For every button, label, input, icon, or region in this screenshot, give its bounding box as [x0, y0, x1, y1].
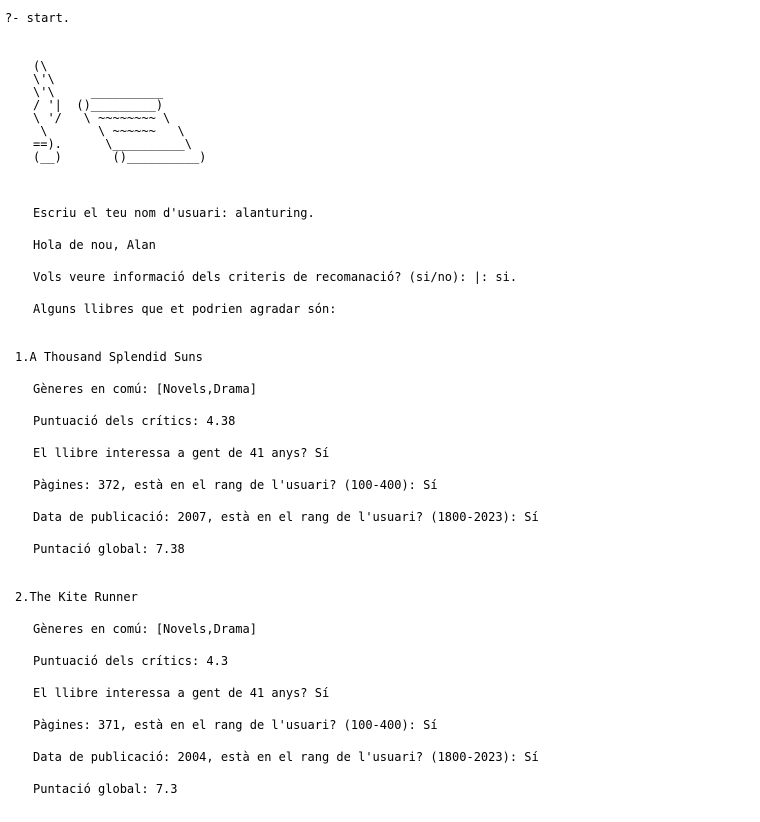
prolog-prompt: ?- start. — [5, 11, 71, 25]
book-genres: Gèneres en comú: [Novels,Drama] — [33, 382, 257, 396]
book-pages: Pàgines: 372, està en el rang de l'usuar… — [33, 478, 438, 492]
ascii-book-art: (\ \'\ \'\ __________ / '| ()_________) … — [33, 59, 207, 164]
book-age-interest: El llibre interessa a gent de 41 anys? S… — [33, 446, 330, 460]
greeting-text: Hola de nou, Alan — [33, 238, 156, 252]
book-global-score: Puntació global: 7.3 — [33, 782, 178, 796]
book-genres: Gèneres en comú: [Novels,Drama] — [33, 622, 257, 636]
info-prompt: Vols veure informació dels criteris de r… — [33, 270, 518, 284]
book-critics-score: Puntuació dels crítics: 4.3 — [33, 654, 229, 668]
book-age-interest: El llibre interessa a gent de 41 anys? S… — [33, 686, 330, 700]
book-title: 2.The Kite Runner — [15, 590, 138, 604]
terminal-window: ?- start. (\ \'\ \'\ __________ / '| ()_… — [0, 0, 760, 822]
recommendations-intro: Alguns llibres que et podrien agradar só… — [33, 302, 337, 316]
book-pages: Pàgines: 371, està en el rang de l'usuar… — [33, 718, 438, 732]
book-critics-score: Puntuació dels crítics: 4.38 — [33, 414, 236, 428]
book-publication-date: Data de publicació: 2007, està en el ran… — [33, 510, 539, 524]
book-global-score: Puntació global: 7.38 — [33, 542, 185, 556]
username-prompt: Escriu el teu nom d'usuari: alanturing. — [33, 206, 315, 220]
book-publication-date: Data de publicació: 2004, està en el ran… — [33, 750, 539, 764]
book-title: 1.A Thousand Splendid Suns — [15, 350, 203, 364]
